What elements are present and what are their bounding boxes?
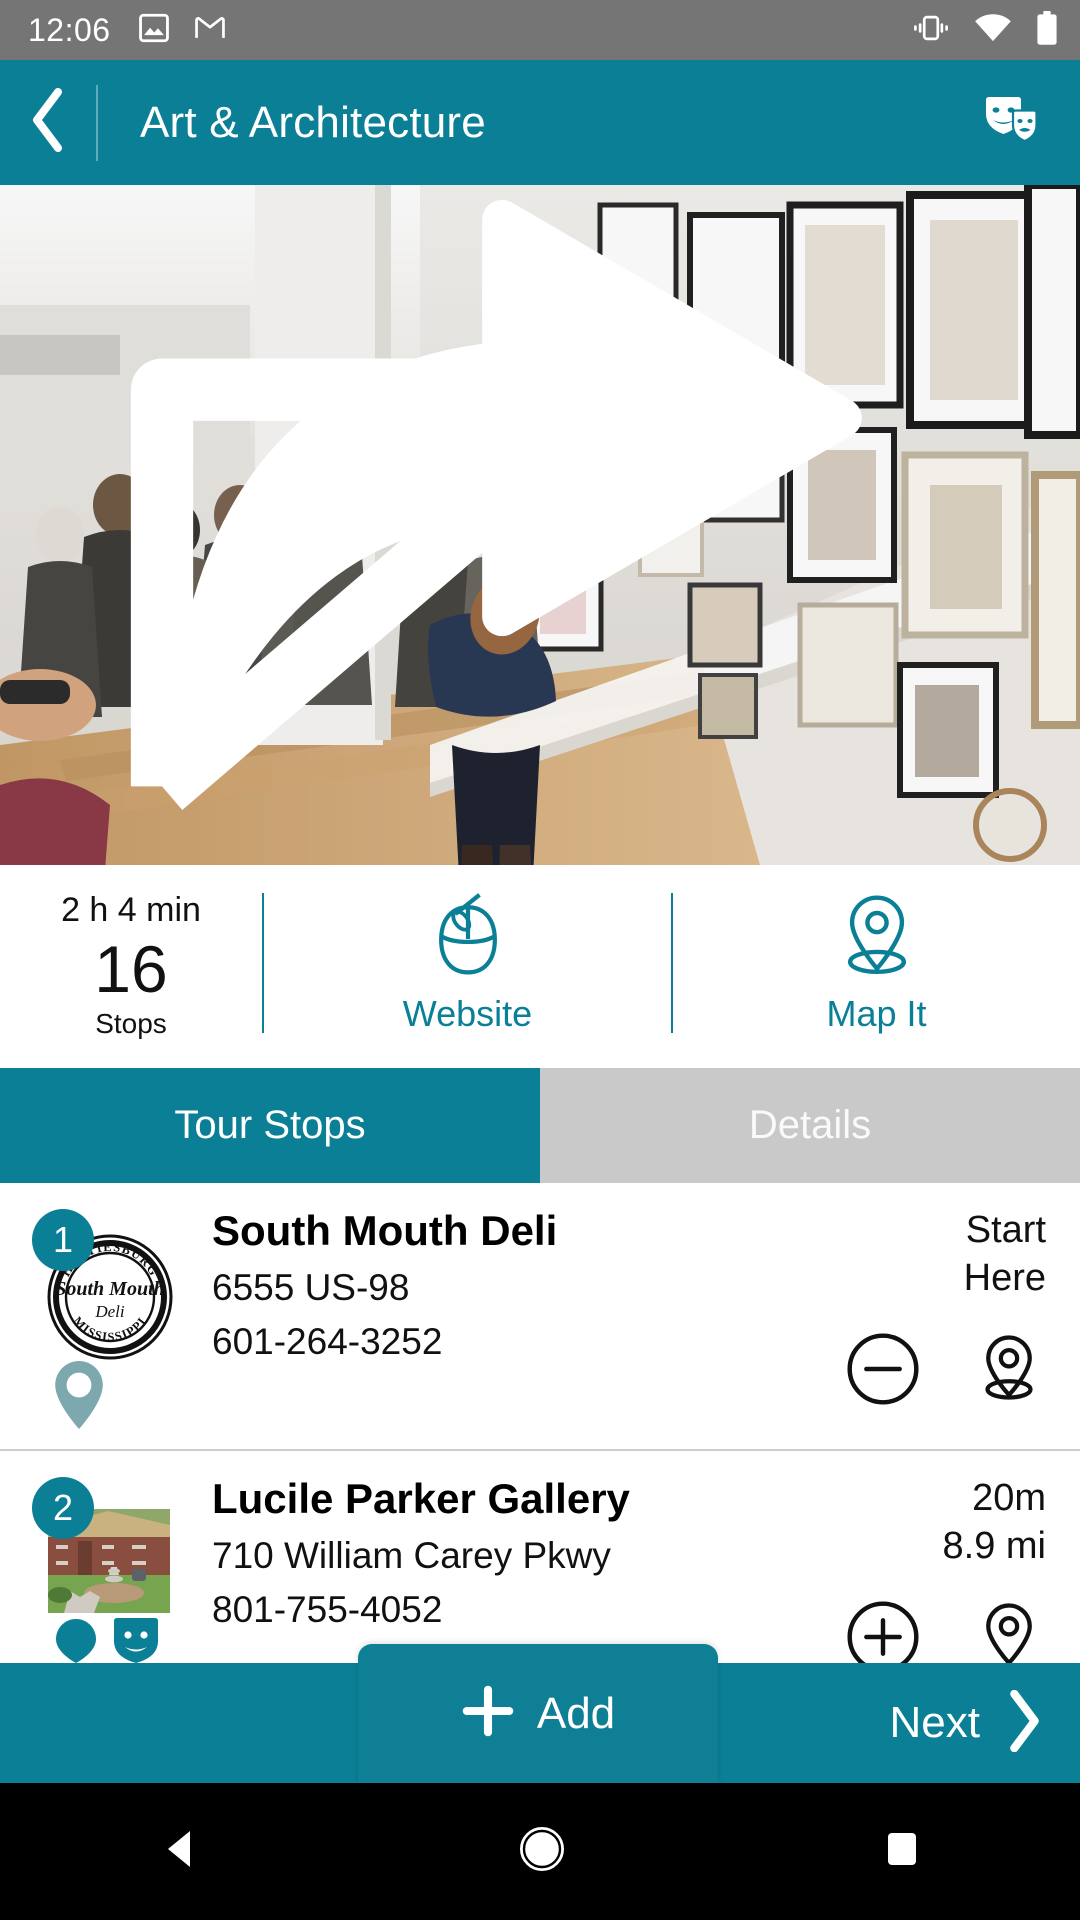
stop-actions bbox=[846, 1600, 1046, 1663]
nav-home-circle-icon[interactable] bbox=[518, 1825, 566, 1878]
tab-details-label: Details bbox=[748, 1103, 872, 1147]
stop-name: Lucile Parker Gallery bbox=[212, 1475, 630, 1522]
stop-meta-line-2: Here bbox=[963, 1256, 1046, 1299]
theater-masks-icon bbox=[110, 1617, 162, 1663]
chevron-left-icon bbox=[28, 88, 68, 157]
map-it-label: Map It bbox=[826, 993, 927, 1034]
website-button[interactable]: Website bbox=[264, 865, 671, 1060]
stop-info: South Mouth Deli 6555 US-98 601-264-3252 bbox=[200, 1207, 780, 1451]
svg-text:Deli: Deli bbox=[94, 1302, 125, 1321]
stop-thumbnail-col: 1 HATTIESBURG MISS bbox=[0, 1207, 200, 1451]
status-left-icons bbox=[137, 11, 227, 50]
stop-meta-line-2: 8.9 mi bbox=[942, 1524, 1046, 1567]
table-row[interactable]: 2 Lucile Parker Gallery 710 William Care… bbox=[0, 1451, 1080, 1663]
header-divider bbox=[96, 84, 98, 161]
map-it-button[interactable]: Map It bbox=[673, 865, 1080, 1060]
tab-details[interactable]: Details bbox=[540, 1068, 1080, 1183]
stop-count-value: 16 bbox=[94, 931, 168, 1006]
tab-tour-stops-label: Tour Stops bbox=[174, 1103, 366, 1147]
nav-recents-square-icon[interactable] bbox=[882, 1829, 922, 1874]
next-button[interactable]: Next bbox=[890, 1663, 1044, 1783]
stop-category-icons bbox=[52, 1617, 162, 1663]
status-bar: 12:06 bbox=[0, 0, 1080, 60]
battery-icon bbox=[1036, 10, 1058, 50]
plus-icon bbox=[461, 1684, 515, 1743]
add-button[interactable]: Add bbox=[358, 1644, 718, 1783]
stop-phone[interactable]: 801-755-4052 bbox=[212, 1588, 780, 1632]
share-icon bbox=[0, 185, 1042, 843]
table-row[interactable]: 1 HATTIESBURG MISS bbox=[0, 1183, 1080, 1451]
wifi-icon bbox=[974, 13, 1012, 48]
website-label: Website bbox=[402, 993, 533, 1034]
theater-masks-icon bbox=[980, 94, 1042, 151]
back-button[interactable] bbox=[0, 60, 96, 185]
add-label: Add bbox=[536, 1688, 616, 1738]
share-button[interactable]: Share bbox=[0, 185, 1042, 843]
duration-stat: 2 h 4 min 16 Stops bbox=[0, 865, 262, 1060]
stop-count-label: Stops bbox=[95, 1008, 167, 1040]
duration-value: 2 h 4 min bbox=[61, 890, 201, 929]
nav-back-triangle-icon[interactable] bbox=[158, 1827, 202, 1876]
gmail-icon bbox=[193, 11, 227, 50]
map-pin-icon[interactable] bbox=[972, 1600, 1046, 1663]
app-header: Art & Architecture bbox=[0, 60, 1080, 185]
chevron-right-icon bbox=[1004, 1689, 1044, 1757]
mouse-icon bbox=[423, 890, 513, 987]
stop-address: 710 William Carey Pkwy bbox=[212, 1535, 611, 1577]
tour-stops-list[interactable]: 1 HATTIESBURG MISS bbox=[0, 1183, 1080, 1663]
stop-phone[interactable]: 601-264-3252 bbox=[212, 1320, 780, 1364]
app-screen: 12:06 Art & Architecture 2 h 4 min 16 St… bbox=[0, 0, 1080, 1920]
stop-thumbnail-col: 2 bbox=[0, 1475, 200, 1663]
plus-circle-icon[interactable] bbox=[846, 1600, 920, 1663]
tab-bar: Tour Stops Details bbox=[0, 1068, 1080, 1183]
android-nav-bar bbox=[0, 1783, 1080, 1920]
stop-meta-line-1: Start bbox=[965, 1209, 1046, 1251]
stop-number-badge: 2 bbox=[32, 1477, 94, 1539]
tab-tour-stops[interactable]: Tour Stops bbox=[0, 1068, 540, 1183]
stop-name: South Mouth Deli bbox=[212, 1207, 558, 1254]
page-title: Art & Architecture bbox=[140, 97, 486, 147]
svg-text:South Mouth: South Mouth bbox=[55, 1278, 165, 1300]
stop-info: Lucile Parker Gallery 710 William Carey … bbox=[200, 1475, 780, 1663]
tour-stats-bar: 2 h 4 min 16 Stops Website Map It bbox=[0, 865, 1080, 1060]
stop-number-badge: 1 bbox=[32, 1209, 94, 1271]
minus-circle-icon[interactable] bbox=[846, 1332, 920, 1411]
status-right-icons bbox=[912, 10, 1058, 50]
status-clock: 12:06 bbox=[28, 12, 111, 48]
map-pin-icon bbox=[52, 1617, 100, 1663]
stop-location-pin-icon bbox=[52, 1359, 106, 1436]
stop-actions bbox=[846, 1332, 1046, 1411]
category-button[interactable] bbox=[980, 94, 1042, 151]
stop-meta: Start Here bbox=[780, 1207, 1080, 1451]
vibrate-icon bbox=[912, 11, 950, 50]
hero-image[interactable]: Share bbox=[0, 185, 1080, 865]
stop-meta: 20m 8.9 mi bbox=[780, 1475, 1080, 1663]
stop-meta-line-1: 20m bbox=[972, 1477, 1046, 1519]
map-pin-icon[interactable] bbox=[972, 1332, 1046, 1411]
stop-address: 6555 US-98 bbox=[212, 1267, 410, 1309]
map-pin-icon bbox=[832, 890, 922, 987]
next-label: Next bbox=[889, 1698, 980, 1747]
image-icon bbox=[137, 11, 171, 50]
